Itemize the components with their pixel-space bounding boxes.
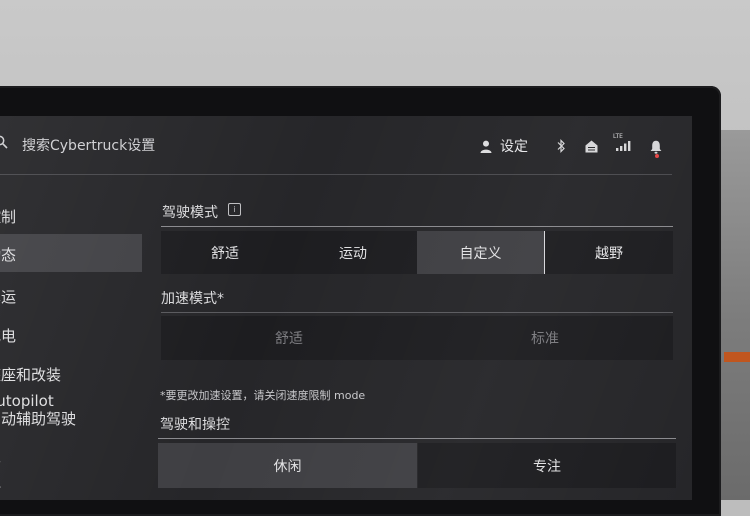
background-object [718,130,750,500]
lte-label: LTE [613,133,623,140]
bell-icon[interactable] [650,139,662,154]
sidebar-item-charging[interactable]: 充电 [0,323,142,345]
sidebar-item-locks[interactable]: 锁 [0,443,142,465]
sidebar-item-label: 座座和改装 [0,366,62,384]
search-icon[interactable] [0,134,8,149]
lte-signal-icon: LTE [613,133,633,153]
section-divider [158,438,676,439]
section-divider [161,226,673,227]
drive-mode-custom-button[interactable]: 自定义 [417,231,545,274]
touchscreen: 搜索Cybertruck设置 设定 LTE 控制 动态 牵运 [0,116,692,500]
sidebar-item-controls[interactable]: 控制 [0,204,142,226]
sidebar-item-label: 充电 [0,327,17,345]
drive-mode-comfort-button[interactable]: 舒适 [161,231,289,274]
sidebar-item-label: 灯 [0,484,1,500]
top-bar-divider [0,174,672,175]
top-bar: 搜索Cybertruck设置 设定 LTE [0,116,692,174]
sidebar-item-label: 牵运 [0,288,17,306]
handling-casual-button[interactable]: 休闲 [158,443,417,488]
info-icon[interactable]: i [228,203,241,216]
sidebar-item-seats-modifications[interactable]: 座座和改装 [0,362,142,384]
home-icon[interactable] [585,138,598,153]
sidebar-item-autopilot[interactable]: Autopilot 自动辅助驾驶 [0,390,142,434]
acceleration-note: *要更改加速设置，请关闭速度限制 mode [160,389,366,402]
acceleration-comfort-button[interactable]: 舒适 [161,316,417,360]
sidebar: 控制 动态 牵运 充电 座座和改装 Autopilot 自动辅助驾驶 锁 灯 [0,196,142,500]
sidebar-item-label: 控制 [0,208,17,226]
sidebar-item-label: 动态 [0,246,17,264]
handling-title: 驾驶和操控 [160,417,230,433]
sidebar-item-dynamics[interactable]: 动态 [0,234,142,272]
settings-label[interactable]: 设定 [500,136,528,156]
sidebar-item-lights[interactable]: 灯 [0,480,142,500]
profile-icon[interactable] [480,138,492,153]
sidebar-item-sublabel: 自动辅助驾驶 [0,410,77,428]
sidebar-item-towing[interactable]: 牵运 [0,284,142,306]
acceleration-mode-title: 加速模式* [161,291,224,307]
notification-dot [655,154,659,158]
bluetooth-icon[interactable] [556,138,566,153]
search-input[interactable]: 搜索Cybertruck设置 [22,135,155,155]
drive-mode-offroad-button[interactable]: 越野 [545,231,673,274]
drive-mode-sport-button[interactable]: 运动 [289,231,417,274]
sidebar-item-label: 锁 [0,447,1,465]
handling-focused-button[interactable]: 专注 [418,443,676,488]
drive-mode-title: 驾驶模式 [162,205,218,221]
section-divider [161,312,673,313]
background-accent [724,352,750,362]
acceleration-standard-button[interactable]: 标准 [417,316,673,360]
